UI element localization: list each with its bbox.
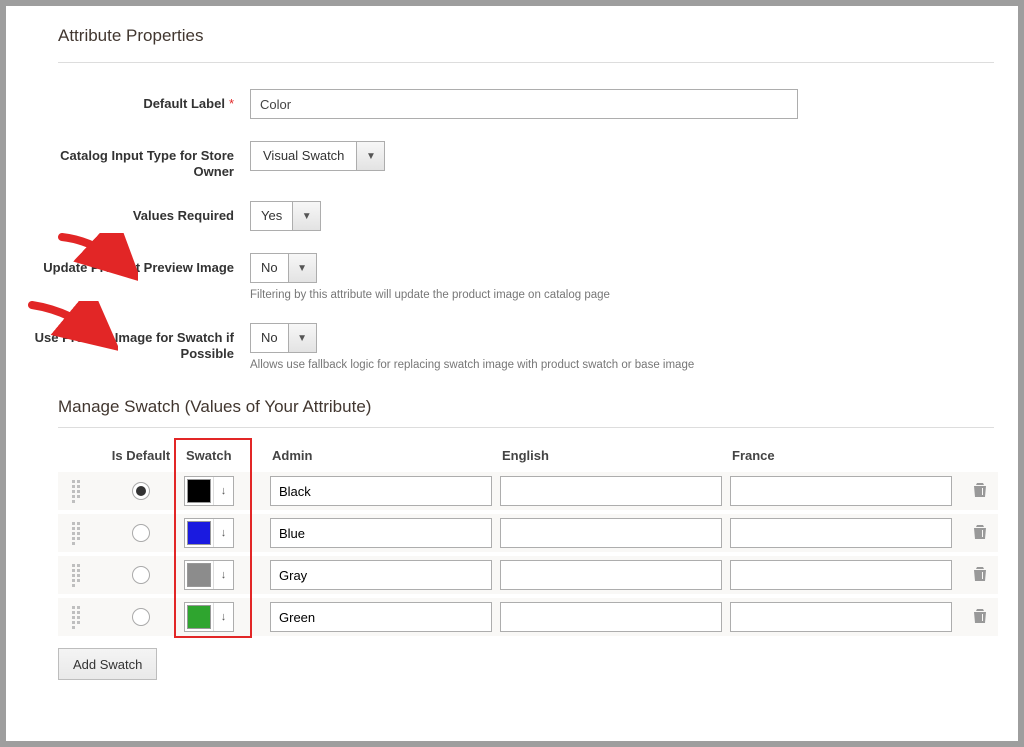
attribute-properties-panel: Attribute Properties Default Label* Cata… — [0, 0, 1024, 747]
section-title-attribute-properties: Attribute Properties — [58, 26, 994, 52]
chevron-down-icon: ▼ — [292, 202, 320, 230]
delete-row-button[interactable] — [960, 608, 1000, 627]
delete-row-button[interactable] — [960, 524, 1000, 543]
delete-row-button[interactable] — [960, 566, 1000, 585]
delete-row-button[interactable] — [960, 482, 1000, 501]
table-header-row: Is Default Swatch Admin English France — [58, 438, 998, 472]
admin-input[interactable] — [270, 602, 492, 632]
field-use-product-image: Use Product Image for Swatch if Possible… — [30, 323, 994, 371]
is-default-radio[interactable] — [132, 566, 150, 584]
table-row: ↓ — [58, 598, 998, 636]
swatch-picker[interactable]: ↓ — [184, 560, 234, 590]
swatch-table: Is Default Swatch Admin English France ↓… — [58, 438, 998, 636]
trash-icon — [972, 566, 988, 582]
trash-icon — [972, 482, 988, 498]
chevron-down-icon: ▼ — [356, 142, 384, 170]
france-input[interactable] — [730, 476, 952, 506]
update-preview-note: Filtering by this attribute will update … — [250, 289, 610, 301]
column-swatch: Swatch — [184, 448, 262, 463]
field-values-required: Values Required Yes ▼ — [30, 201, 994, 231]
column-france: France — [730, 448, 952, 463]
chevron-down-icon: ↓ — [213, 519, 233, 547]
column-is-default: Is Default — [106, 448, 176, 463]
english-input[interactable] — [500, 560, 722, 590]
table-row: ↓ — [58, 472, 998, 510]
drag-handle-icon[interactable] — [58, 521, 98, 546]
divider — [58, 427, 994, 428]
add-swatch-button[interactable]: Add Swatch — [58, 648, 157, 680]
france-input[interactable] — [730, 602, 952, 632]
is-default-radio[interactable] — [132, 482, 150, 500]
english-input[interactable] — [500, 476, 722, 506]
chevron-down-icon: ▼ — [288, 254, 316, 282]
chevron-down-icon: ↓ — [213, 477, 233, 505]
chevron-down-icon: ↓ — [213, 561, 233, 589]
values-required-select[interactable]: Yes ▼ — [250, 201, 321, 231]
swatch-picker[interactable]: ↓ — [184, 518, 234, 548]
trash-icon — [972, 524, 988, 540]
drag-handle-icon[interactable] — [58, 563, 98, 588]
use-product-image-note: Allows use fallback logic for replacing … — [250, 359, 694, 371]
swatch-chip — [187, 563, 211, 587]
admin-input[interactable] — [270, 476, 492, 506]
france-input[interactable] — [730, 518, 952, 548]
swatch-picker[interactable]: ↓ — [184, 476, 234, 506]
use-product-image-select[interactable]: No ▼ — [250, 323, 317, 353]
field-default-label: Default Label* — [30, 89, 994, 119]
default-label-label: Default Label* — [30, 89, 250, 112]
catalog-input-type-label: Catalog Input Type for Store Owner — [30, 141, 250, 179]
table-row: ↓ — [58, 556, 998, 594]
chevron-down-icon: ↓ — [213, 603, 233, 631]
column-english: English — [500, 448, 722, 463]
swatch-chip — [187, 605, 211, 629]
default-label-input[interactable] — [250, 89, 798, 119]
france-input[interactable] — [730, 560, 952, 590]
table-row: ↓ — [58, 514, 998, 552]
update-preview-label: Update Product Preview Image — [30, 253, 250, 276]
catalog-input-type-select[interactable]: Visual Swatch ▼ — [250, 141, 385, 171]
use-product-image-label: Use Product Image for Swatch if Possible — [30, 323, 250, 361]
english-input[interactable] — [500, 518, 722, 548]
divider — [58, 62, 994, 63]
trash-icon — [972, 608, 988, 624]
is-default-radio[interactable] — [132, 608, 150, 626]
drag-handle-icon[interactable] — [58, 479, 98, 504]
column-admin: Admin — [270, 448, 492, 463]
chevron-down-icon: ▼ — [288, 324, 316, 352]
is-default-radio[interactable] — [132, 524, 150, 542]
english-input[interactable] — [500, 602, 722, 632]
required-asterisk: * — [229, 96, 234, 111]
update-preview-select[interactable]: No ▼ — [250, 253, 317, 283]
admin-input[interactable] — [270, 518, 492, 548]
swatch-chip — [187, 521, 211, 545]
drag-handle-icon[interactable] — [58, 605, 98, 630]
field-update-preview-image: Update Product Preview Image No ▼ Filter… — [30, 253, 994, 301]
field-catalog-input-type: Catalog Input Type for Store Owner Visua… — [30, 141, 994, 179]
swatch-chip — [187, 479, 211, 503]
values-required-label: Values Required — [30, 201, 250, 224]
admin-input[interactable] — [270, 560, 492, 590]
section-title-manage-swatch: Manage Swatch (Values of Your Attribute) — [58, 397, 994, 417]
swatch-picker[interactable]: ↓ — [184, 602, 234, 632]
